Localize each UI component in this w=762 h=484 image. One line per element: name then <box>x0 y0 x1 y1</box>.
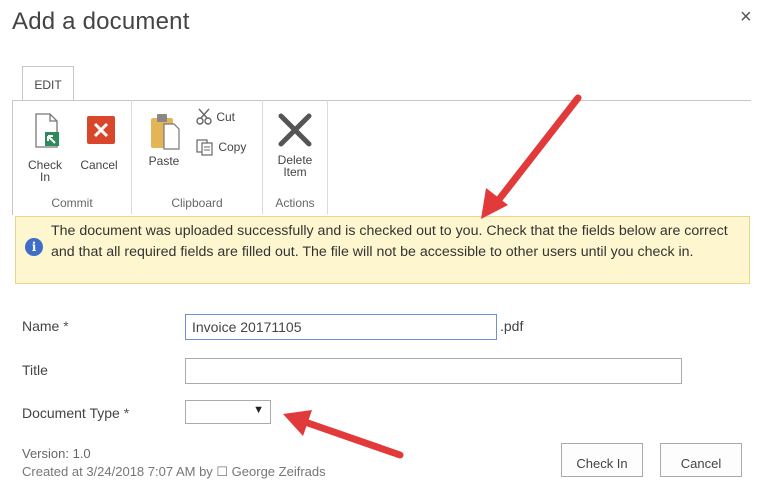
annotation-arrow-document-type <box>283 410 404 459</box>
name-input[interactable] <box>185 314 497 340</box>
notice-text: The document was uploaded successfully a… <box>51 223 728 260</box>
document-type-select[interactable]: ▼ <box>185 400 271 424</box>
upload-status-notice: i The document was uploaded successfully… <box>15 216 750 284</box>
version-text: Version: 1.0 <box>22 446 91 461</box>
info-icon: i <box>25 238 43 256</box>
document-type-field-label: Document Type * <box>22 405 129 421</box>
copy-ribbon-button[interactable]: Copy <box>195 138 255 156</box>
check-in-label-line2: In <box>39 170 50 184</box>
paste-ribbon-button[interactable]: Paste <box>143 110 185 167</box>
required-marker: * <box>123 405 130 421</box>
cut-ribbon-button[interactable]: Cut <box>195 108 245 126</box>
cancel-button[interactable]: Cancel <box>660 443 742 477</box>
delete-label-line2: Item <box>283 165 307 179</box>
created-by-text: Created at 3/24/2018 7:07 AM by ☐ George… <box>22 464 326 479</box>
check-in-ribbon-button[interactable]: Check In <box>24 112 66 183</box>
cancel-label: Cancel <box>80 158 118 172</box>
file-extension: .pdf <box>500 318 524 334</box>
dialog-title: Add a document <box>12 8 190 35</box>
delete-item-ribbon-button[interactable]: Delete Item <box>270 110 320 178</box>
paste-label: Paste <box>148 154 180 168</box>
delete-x-icon <box>278 113 312 147</box>
cancel-ribbon-button[interactable]: Cancel <box>78 112 120 171</box>
paste-icon <box>151 114 180 150</box>
group-label-clipboard: Clipboard <box>171 196 223 210</box>
group-label-commit: Commit <box>51 196 93 210</box>
chevron-down-icon: ▼ <box>253 404 264 416</box>
title-field-label: Title <box>22 362 48 378</box>
name-field-label: Name * <box>22 318 69 334</box>
document-type-label-text: Document Type <box>22 405 120 421</box>
copy-icon <box>196 139 213 156</box>
close-icon[interactable]: × <box>740 6 752 29</box>
copy-label: Copy <box>218 140 247 154</box>
title-input[interactable] <box>185 358 682 384</box>
group-label-actions: Actions <box>275 196 315 210</box>
ribbon-group-divider <box>327 100 328 214</box>
cut-label: Cut <box>216 110 236 124</box>
name-label-text: Name <box>22 318 60 334</box>
cancel-icon <box>87 116 115 144</box>
required-marker: * <box>63 318 69 334</box>
check-in-button[interactable]: Check In <box>561 443 643 477</box>
scissors-icon <box>196 108 212 125</box>
tab-edit[interactable]: EDIT <box>22 66 74 101</box>
check-in-icon <box>35 113 59 148</box>
